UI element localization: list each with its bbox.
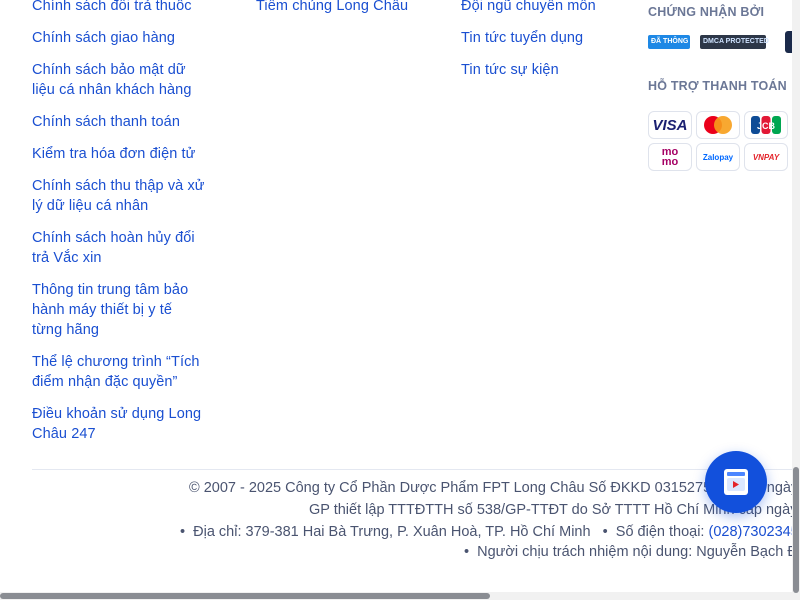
svg-text:JCB: JCB: [757, 121, 776, 131]
cert-title: CHỨNG NHẬN BỞI: [648, 5, 765, 19]
footer-link[interactable]: Tin tức sự kiện: [461, 60, 631, 80]
vertical-scroll-thumb[interactable]: [793, 467, 799, 593]
footer-link[interactable]: Chính sách hoàn hủy đổi trả Vắc xin: [32, 228, 204, 268]
footer-link[interactable]: Điều khoản sử dụng Long Châu 247: [32, 404, 212, 444]
vertical-scrollbar[interactable]: [792, 0, 800, 600]
footer-link[interactable]: Chính sách bảo mật dữ liệu cá nhân khách…: [32, 60, 202, 100]
footer-link[interactable]: Kiểm tra hóa đơn điện tử: [32, 144, 212, 164]
address-text: Địa chỉ: 379-381 Hai Bà Trưng, P. Xuân H…: [193, 524, 591, 540]
footer-link[interactable]: Chính sách thu thập và xử lý dữ liệu cá …: [32, 176, 212, 216]
jcb-icon: JCB: [744, 111, 788, 139]
responsible-line: • Người chịu trách nhiệm nội dung: Nguyễ…: [464, 544, 800, 560]
momo-icon: momo: [648, 143, 692, 171]
mastercard-icon: [696, 111, 740, 139]
floating-chat-button[interactable]: [705, 451, 767, 513]
footer-link[interactable]: Chính sách thanh toán: [32, 112, 212, 132]
footer-link[interactable]: Thể lệ chương trình “Tích điểm nhận đặc …: [32, 352, 210, 392]
dmca-badge[interactable]: DMCA PROTECTED: [700, 35, 769, 49]
policy-links-column: Chính sách đổi trả thuốc Chính sách giao…: [32, 0, 212, 444]
gov-registered-badge[interactable]: ĐÃ THÔNG BÁO: [648, 35, 706, 49]
payment-title: HỖ TRỢ THANH TOÁN: [648, 79, 787, 93]
about-links-column: Đội ngũ chuyên môn Tin tức tuyển dụng Ti…: [461, 0, 631, 80]
horizontal-scroll-thumb[interactable]: [0, 593, 490, 599]
catalog-icon: [724, 469, 748, 495]
services-links-column: Tiêm chủng Long Châu: [256, 0, 436, 16]
zalopay-icon: Zalopay: [696, 143, 740, 171]
contact-line: • Địa chỉ: 379-381 Hai Bà Trưng, P. Xuân…: [180, 524, 800, 540]
footer-link[interactable]: Thông tin trung tâm bảo hành máy thiết b…: [32, 280, 200, 340]
footer-divider: [32, 469, 800, 470]
visa-icon: VISA: [648, 111, 692, 139]
horizontal-scrollbar[interactable]: [0, 592, 792, 600]
footer-link[interactable]: Tiêm chủng Long Châu: [256, 0, 436, 16]
footer-link[interactable]: Chính sách giao hàng: [32, 28, 212, 48]
vnpay-icon: VNPAY: [744, 143, 788, 171]
footer-link[interactable]: Đội ngũ chuyên môn: [461, 0, 631, 16]
phone-link[interactable]: (028)73023456: [709, 524, 800, 540]
responsible-text: Người chịu trách nhiệm nội dung: Nguyễn …: [477, 544, 800, 560]
phone-label: Số điện thoại:: [615, 524, 705, 540]
footer-link[interactable]: Chính sách đổi trả thuốc: [32, 0, 212, 16]
footer-link[interactable]: Tin tức tuyển dụng: [461, 28, 631, 48]
